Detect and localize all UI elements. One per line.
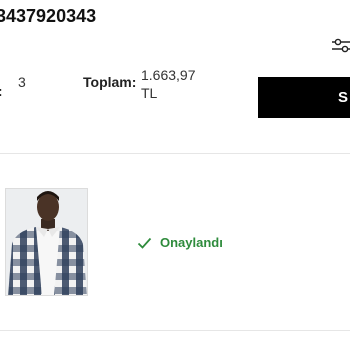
quantity-label: i:	[0, 83, 3, 99]
check-icon	[137, 237, 152, 249]
divider	[0, 153, 350, 154]
order-status: Onaylandı	[137, 235, 223, 250]
status-text: Onaylandı	[160, 235, 223, 250]
quantity-value: 3	[18, 74, 26, 90]
divider	[0, 330, 350, 331]
order-number: 3437920343	[0, 6, 97, 26]
product-image[interactable]	[5, 188, 88, 296]
total-value: 1.663,97	[141, 67, 196, 83]
total-amount: 1.663,97 TL	[141, 66, 201, 102]
order-action-button[interactable]: S	[258, 77, 350, 118]
filter-sliders-icon[interactable]	[330, 36, 350, 56]
total-currency: TL	[141, 85, 158, 101]
total-label: Toplam:	[83, 74, 137, 90]
